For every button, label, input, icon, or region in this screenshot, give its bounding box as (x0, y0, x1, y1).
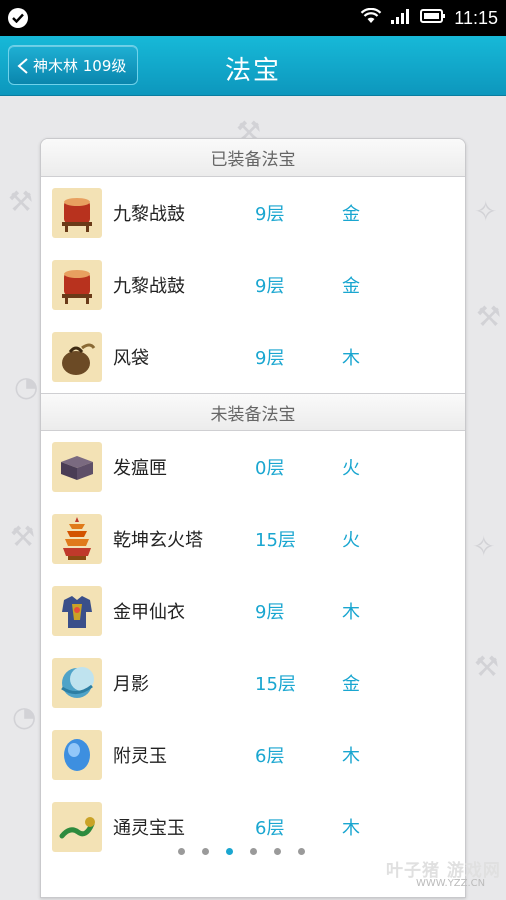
item-element: 火 (342, 530, 360, 551)
page-dot[interactable] (274, 848, 281, 855)
item-name: 风袋 (113, 348, 149, 369)
list-item[interactable]: 九黎战鼓 9层 金 (41, 249, 465, 321)
page-dot[interactable] (178, 848, 185, 855)
section-header-equipped: 已装备法宝 (41, 139, 465, 177)
page-indicator (178, 848, 305, 855)
item-element: 木 (342, 348, 360, 369)
page-dot[interactable] (298, 848, 305, 855)
list-item[interactable]: 九黎战鼓 9层 金 (41, 177, 465, 249)
item-element: 金 (342, 204, 360, 225)
item-element: 金 (342, 276, 360, 297)
item-level: 0层 (255, 458, 285, 479)
page-dot[interactable] (250, 848, 257, 855)
wallpaper-hammer-icon: ⚒ (10, 520, 36, 553)
item-level: 6层 (255, 818, 285, 839)
list-item[interactable]: 附灵玉 6层 木 (41, 719, 465, 791)
page-dot[interactable] (202, 848, 209, 855)
item-name: 九黎战鼓 (113, 276, 185, 297)
item-level: 15层 (255, 530, 296, 551)
list-item[interactable]: 金甲仙衣 9层 木 (41, 575, 465, 647)
item-level: 15层 (255, 674, 296, 695)
item-name: 乾坤玄火塔 (113, 530, 203, 551)
status-time: 11:15 (454, 7, 498, 28)
item-element: 木 (342, 746, 360, 767)
spirit-jade-icon (52, 730, 102, 780)
wallpaper-sparkle-icon: ✧ (474, 195, 498, 228)
page-title: 法宝 (224, 56, 281, 86)
list-item[interactable]: 发瘟匣 0层 火 (41, 431, 465, 503)
wallpaper-sparkle-icon: ✧ (472, 530, 496, 563)
watermark: 叶子猪 游戏网 WWW.YZZ.CN (386, 856, 502, 896)
section-header-unequipped: 未装备法宝 (41, 393, 465, 431)
item-name: 通灵宝玉 (113, 818, 185, 839)
list-item[interactable]: 乾坤玄火塔 15层 火 (41, 503, 465, 575)
item-name: 月影 (113, 674, 149, 695)
plague-box-icon (52, 442, 102, 492)
item-level: 9层 (255, 348, 285, 369)
wallpaper-hammer-icon: ⚒ (476, 300, 502, 333)
item-name: 金甲仙衣 (113, 602, 185, 623)
list-item[interactable]: 风袋 9层 木 (41, 321, 465, 393)
moon-shadow-icon (52, 658, 102, 708)
item-name: 发瘟匣 (113, 458, 167, 479)
page-dot-active[interactable] (226, 848, 233, 855)
treasure-panel: 已装备法宝 九黎战鼓 9层 金 九黎战鼓 9层 金 风袋 9层 木 未装备法宝 … (40, 138, 466, 898)
watermark-url: WWW.YZZ.CN (416, 878, 486, 889)
wifi-icon (360, 7, 382, 28)
item-element: 木 (342, 602, 360, 623)
wallpaper-hammer-icon: ⚒ (474, 650, 500, 683)
wallpaper-drum-icon: ◔ (14, 370, 39, 403)
battery-icon (420, 8, 446, 28)
golden-armor-icon (52, 586, 102, 636)
wallpaper-drum-icon: ◔ (12, 700, 37, 733)
app-header: 神木林 109级 法宝 (0, 36, 506, 96)
item-level: 9层 (255, 204, 285, 225)
item-level: 9层 (255, 602, 285, 623)
status-bar: 11:15 (0, 0, 506, 36)
wallpaper-hammer-icon: ⚒ (8, 185, 34, 218)
check-notification-icon (8, 8, 28, 28)
war-drum-icon (52, 188, 102, 238)
item-name: 附灵玉 (113, 746, 167, 767)
jade-dragon-icon (52, 802, 102, 852)
item-element: 木 (342, 818, 360, 839)
list-item[interactable]: 月影 15层 金 (41, 647, 465, 719)
item-element: 金 (342, 674, 360, 695)
item-level: 6层 (255, 746, 285, 767)
item-element: 火 (342, 458, 360, 479)
war-drum-icon (52, 260, 102, 310)
wind-bag-icon (52, 332, 102, 382)
fire-pagoda-icon (52, 514, 102, 564)
item-level: 9层 (255, 276, 285, 297)
item-name: 九黎战鼓 (113, 204, 185, 225)
signal-icon (390, 8, 412, 28)
